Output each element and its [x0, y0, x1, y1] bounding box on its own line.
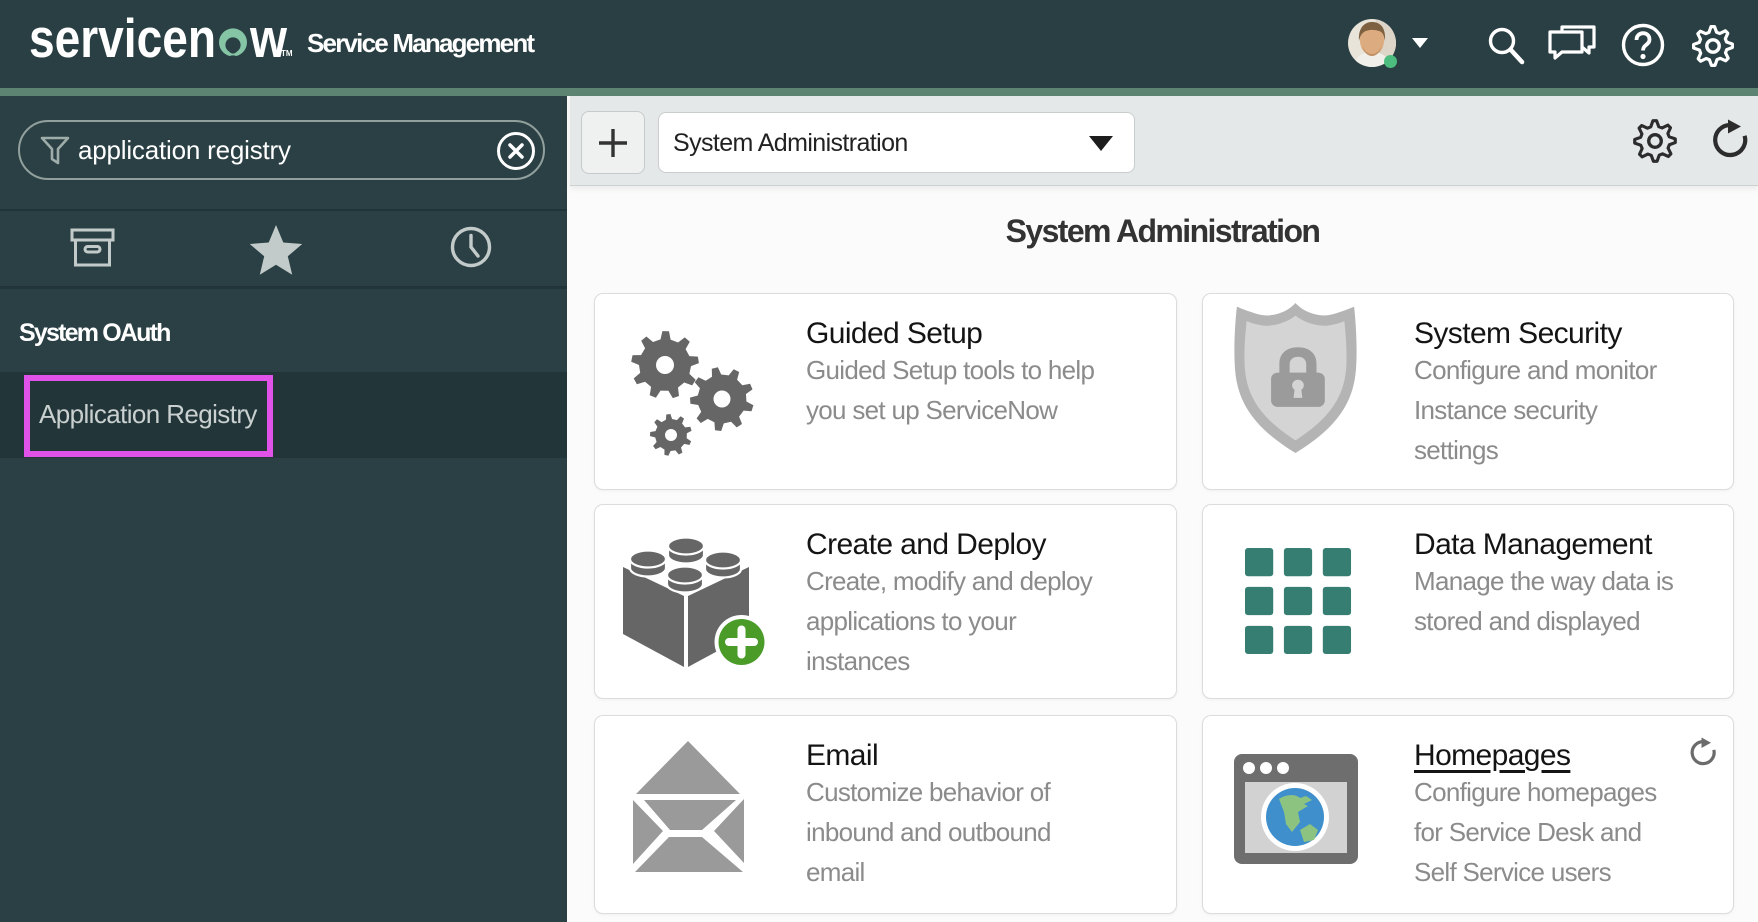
svg-text:w: w: [249, 7, 287, 69]
svg-text:servicen: servicen: [29, 7, 216, 69]
svg-text:TM: TM: [281, 49, 293, 58]
